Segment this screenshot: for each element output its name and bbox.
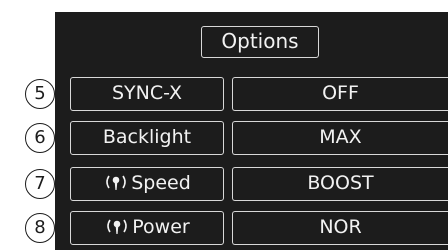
option-value: MAX bbox=[319, 126, 362, 148]
row-number-badge: 7 bbox=[25, 169, 55, 199]
row-number-badge: 6 bbox=[25, 123, 55, 153]
backlight-button[interactable]: Backlight bbox=[70, 121, 224, 155]
options-screen: Options 5 SYNC-X OFF 6 Backlight MAX 7 S… bbox=[0, 0, 448, 250]
options-title: Options bbox=[201, 26, 319, 58]
row-number-badge: 5 bbox=[25, 79, 55, 109]
option-value: OFF bbox=[322, 82, 359, 104]
option-value: NOR bbox=[319, 216, 362, 238]
wireless-signal-icon bbox=[103, 170, 129, 201]
option-label: SYNC-X bbox=[111, 82, 183, 104]
power-value-button[interactable]: NOR bbox=[232, 211, 448, 245]
speed-value-button[interactable]: BOOST bbox=[232, 167, 448, 201]
sync-x-button[interactable]: SYNC-X bbox=[70, 77, 224, 111]
option-label: Backlight bbox=[102, 126, 192, 148]
option-value: BOOST bbox=[307, 172, 374, 194]
option-label: Speed bbox=[131, 172, 191, 194]
speed-button[interactable]: Speed bbox=[70, 167, 224, 201]
power-button[interactable]: Power bbox=[70, 211, 224, 245]
backlight-value-button[interactable]: MAX bbox=[232, 121, 448, 155]
sync-x-value-button[interactable]: OFF bbox=[232, 77, 448, 111]
wireless-signal-icon bbox=[104, 214, 130, 245]
option-label: Power bbox=[132, 216, 190, 238]
row-number-badge: 8 bbox=[25, 213, 55, 243]
